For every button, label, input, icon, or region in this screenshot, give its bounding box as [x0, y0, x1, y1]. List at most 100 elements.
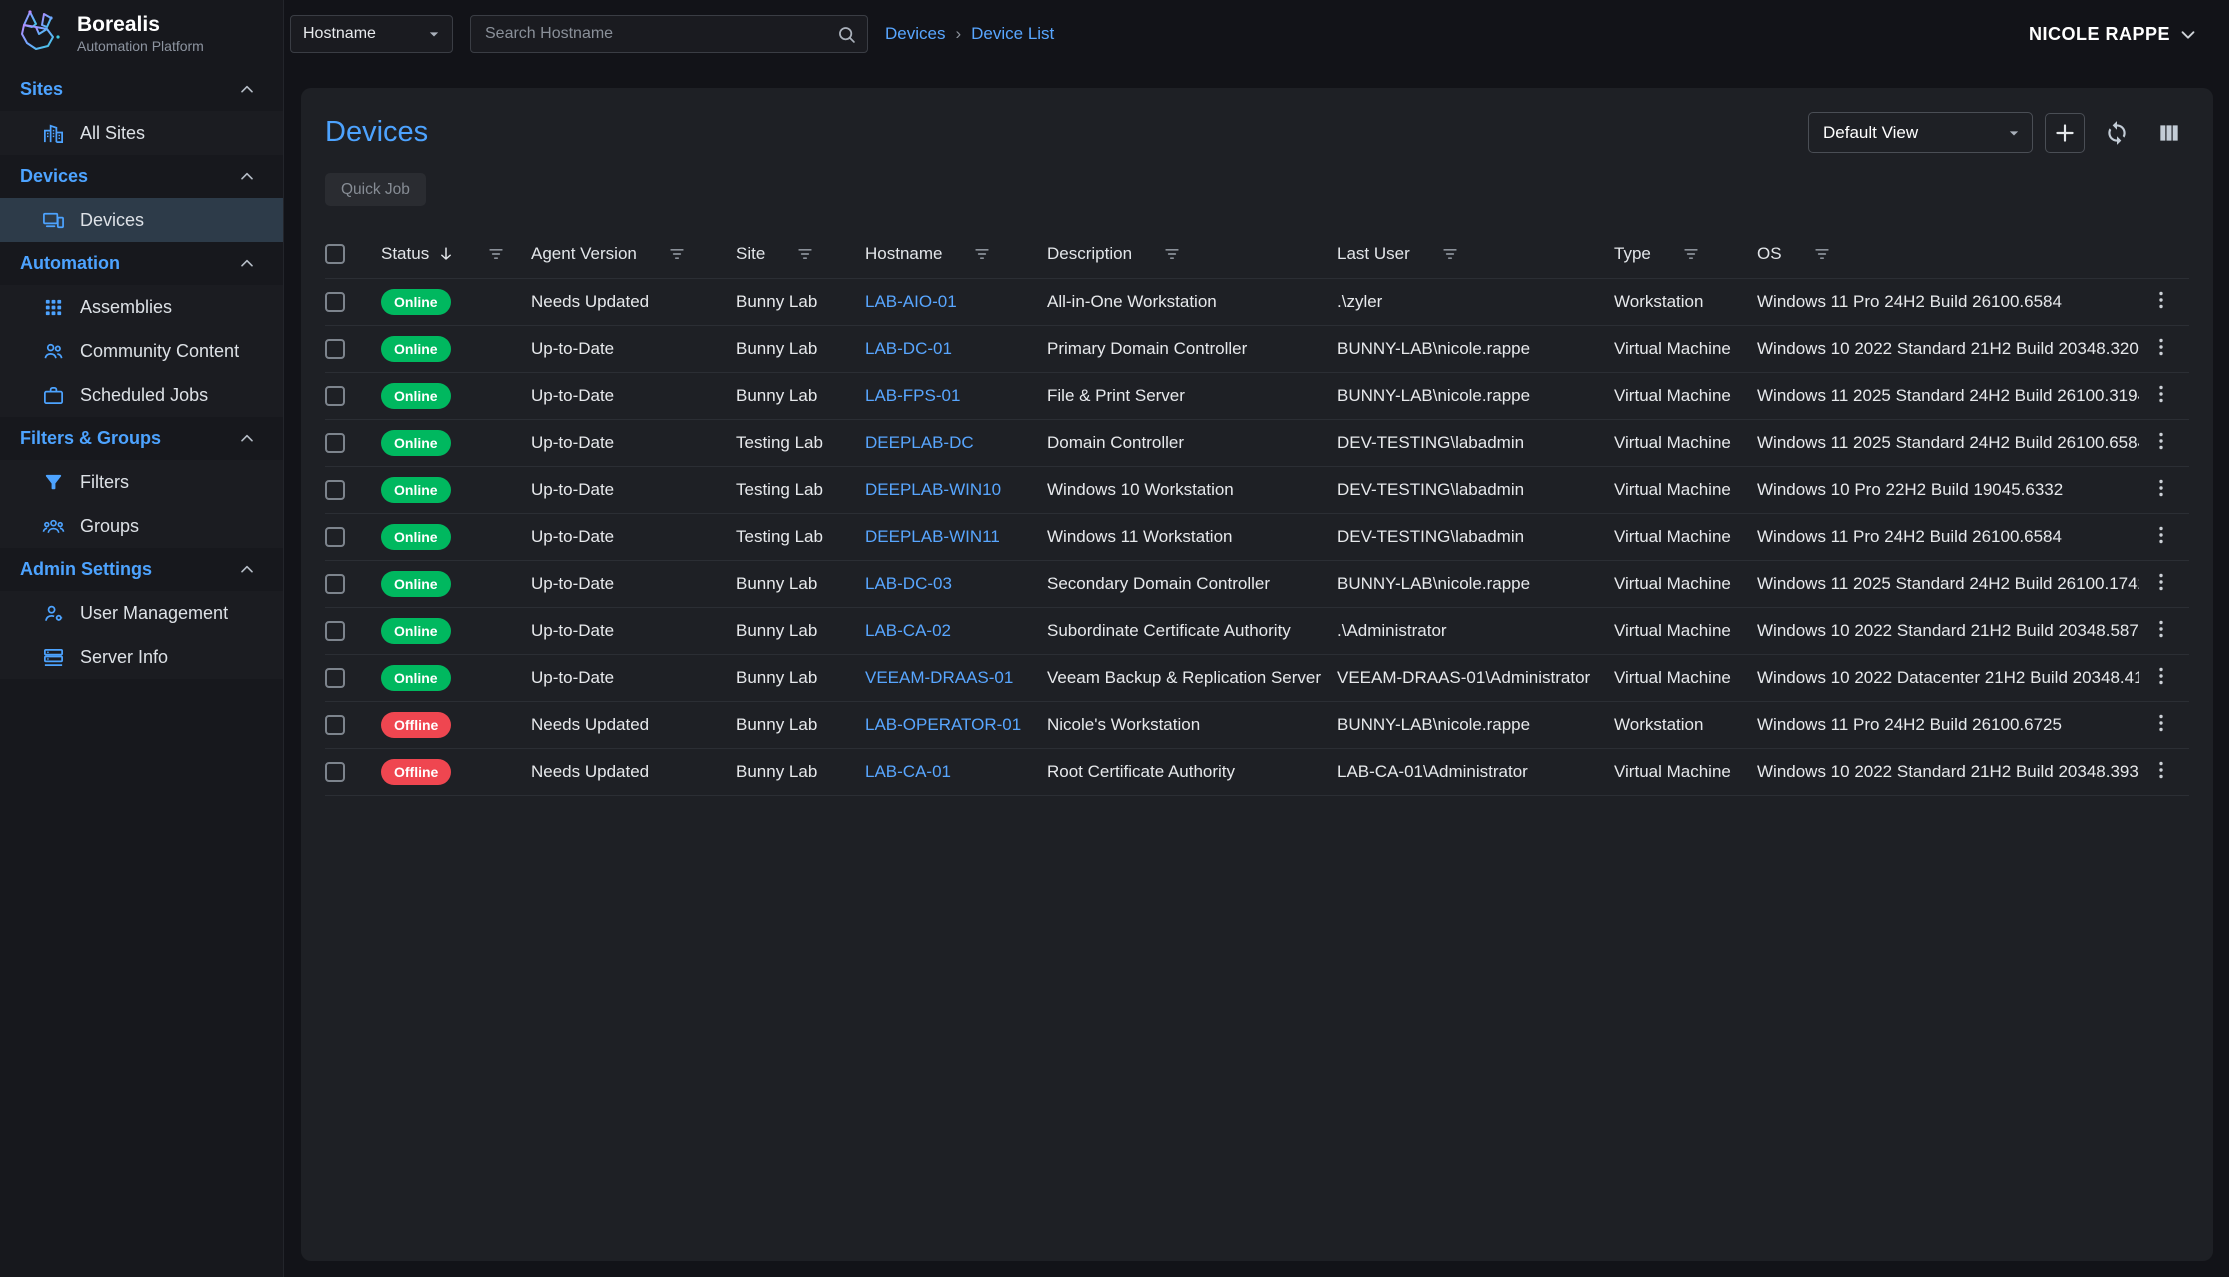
row-actions-button[interactable] [2147, 615, 2175, 643]
row-checkbox[interactable] [325, 621, 345, 641]
filter-list-icon[interactable] [1812, 244, 1832, 264]
sidebar-item-devices[interactable]: Devices [0, 198, 283, 242]
row-checkbox[interactable] [325, 715, 345, 735]
sidebar-section-automation[interactable]: Automation [0, 242, 283, 285]
hostname-link[interactable]: LAB-FPS-01 [865, 386, 960, 405]
search-input[interactable] [483, 24, 836, 44]
row-actions-button[interactable] [2147, 474, 2175, 502]
cell-site: Bunny Lab [736, 654, 865, 701]
row-checkbox[interactable] [325, 339, 345, 359]
hostname-link[interactable]: LAB-AIO-01 [865, 292, 957, 311]
hostname-link[interactable]: LAB-CA-01 [865, 762, 951, 781]
cell-site: Testing Lab [736, 466, 865, 513]
sidebar-item-assemblies[interactable]: Assemblies [0, 285, 283, 329]
row-actions-button[interactable] [2147, 662, 2175, 690]
column-header-last-user[interactable]: Last User [1337, 230, 1614, 278]
breadcrumb-device-list[interactable]: Device List [971, 24, 1054, 44]
column-header-description[interactable]: Description [1047, 230, 1337, 278]
cell-type: Virtual Machine [1614, 325, 1757, 372]
row-actions-button[interactable] [2147, 521, 2175, 549]
row-checkbox[interactable] [325, 527, 345, 547]
cell-status: Online [381, 654, 531, 701]
column-label: Description [1047, 244, 1132, 264]
row-checkbox[interactable] [325, 386, 345, 406]
row-actions-button[interactable] [2147, 709, 2175, 737]
cell-select [325, 654, 381, 701]
hostname-link[interactable]: DEEPLAB-WIN11 [865, 527, 1000, 546]
row-checkbox[interactable] [325, 292, 345, 312]
sidebar-item-all-sites[interactable]: All Sites [0, 111, 283, 155]
quick-job-button[interactable]: Quick Job [325, 173, 426, 206]
column-header-os[interactable]: OS [1757, 230, 2139, 278]
cell-type: Virtual Machine [1614, 748, 1757, 795]
sidebar-section-admin-settings[interactable]: Admin Settings [0, 548, 283, 591]
table-row: OnlineUp-to-DateBunny LabVEEAM-DRAAS-01V… [325, 654, 2189, 701]
hostname-filter-select[interactable]: Hostname [290, 15, 453, 53]
hostname-link[interactable]: LAB-DC-03 [865, 574, 952, 593]
cell-status: Online [381, 466, 531, 513]
chevron-up-icon [237, 254, 257, 274]
row-checkbox[interactable] [325, 433, 345, 453]
cell-site: Bunny Lab [736, 607, 865, 654]
sidebar-item-filters[interactable]: Filters [0, 460, 283, 504]
hostname-link[interactable]: LAB-DC-01 [865, 339, 952, 358]
filter-list-icon[interactable] [667, 244, 687, 264]
column-header-type[interactable]: Type [1614, 230, 1757, 278]
filter-list-icon[interactable] [486, 244, 506, 264]
row-checkbox[interactable] [325, 668, 345, 688]
header-row: StatusAgent VersionSiteHostnameDescripti… [325, 230, 2189, 278]
table-row: OnlineUp-to-DateTesting LabDEEPLAB-WIN10… [325, 466, 2189, 513]
hostname-link[interactable]: VEEAM-DRAAS-01 [865, 668, 1013, 687]
filter-list-icon[interactable] [1162, 244, 1182, 264]
cell-agent-version: Up-to-Date [531, 325, 736, 372]
cell-agent-version: Up-to-Date [531, 466, 736, 513]
cell-type: Virtual Machine [1614, 654, 1757, 701]
user-name: NICOLE RAPPE [2029, 24, 2170, 45]
row-actions-button[interactable] [2147, 333, 2175, 361]
groups-icon [42, 515, 65, 538]
sidebar-item-groups[interactable]: Groups [0, 504, 283, 548]
row-checkbox[interactable] [325, 480, 345, 500]
sidebar-item-user-management[interactable]: User Management [0, 591, 283, 635]
column-header-hostname[interactable]: Hostname [865, 230, 1047, 278]
row-checkbox[interactable] [325, 574, 345, 594]
cell-last-user: .\zyler [1337, 278, 1614, 325]
cell-type: Virtual Machine [1614, 607, 1757, 654]
hostname-link[interactable]: DEEPLAB-WIN10 [865, 480, 1001, 499]
hostname-link[interactable]: DEEPLAB-DC [865, 433, 974, 452]
breadcrumb-devices[interactable]: Devices [885, 24, 945, 44]
kebab-icon [2149, 335, 2173, 359]
column-header-agent-version[interactable]: Agent Version [531, 230, 736, 278]
sidebar-section-filters-groups[interactable]: Filters & Groups [0, 417, 283, 460]
filter-list-icon[interactable] [1440, 244, 1460, 264]
select-all-checkbox[interactable] [325, 244, 345, 264]
row-checkbox[interactable] [325, 762, 345, 782]
sidebar-item-server-info[interactable]: Server Info [0, 635, 283, 679]
cell-type: Workstation [1614, 701, 1757, 748]
cell-os: Windows 11 Pro 24H2 Build 26100.6584 [1757, 278, 2139, 325]
sidebar-item-community-content[interactable]: Community Content [0, 329, 283, 373]
row-actions-button[interactable] [2147, 380, 2175, 408]
filter-list-icon[interactable] [972, 244, 992, 264]
row-actions-button[interactable] [2147, 568, 2175, 596]
row-actions-button[interactable] [2147, 286, 2175, 314]
view-select[interactable]: Default View [1808, 112, 2033, 153]
status-badge: Online [381, 336, 451, 362]
column-header-status[interactable]: Status [381, 230, 531, 278]
filter-list-icon[interactable] [795, 244, 815, 264]
hostname-link[interactable]: LAB-CA-02 [865, 621, 951, 640]
sidebar-item-scheduled-jobs[interactable]: Scheduled Jobs [0, 373, 283, 417]
add-view-button[interactable] [2045, 113, 2085, 153]
column-header-site[interactable]: Site [736, 230, 865, 278]
columns-button[interactable] [2149, 113, 2189, 153]
kebab-icon [2149, 382, 2173, 406]
sidebar-section-sites[interactable]: Sites [0, 68, 283, 111]
row-actions-button[interactable] [2147, 427, 2175, 455]
refresh-button[interactable] [2097, 113, 2137, 153]
search-icon[interactable] [836, 24, 857, 45]
user-menu[interactable]: NICOLE RAPPE [2029, 23, 2199, 45]
row-actions-button[interactable] [2147, 756, 2175, 784]
sidebar-section-devices[interactable]: Devices [0, 155, 283, 198]
hostname-link[interactable]: LAB-OPERATOR-01 [865, 715, 1021, 734]
filter-list-icon[interactable] [1681, 244, 1701, 264]
